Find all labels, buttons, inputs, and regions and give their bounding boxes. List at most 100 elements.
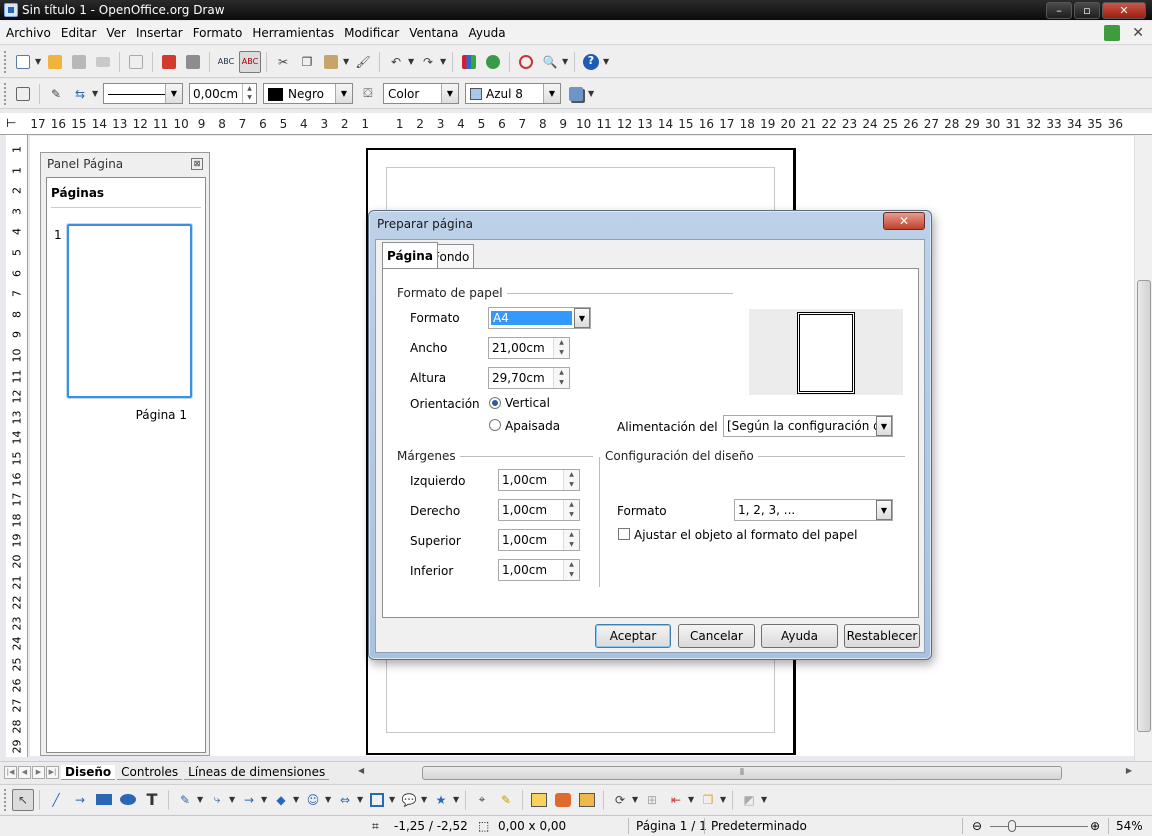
numbering-format-select[interactable]: 1, 2, 3, ... ▼: [734, 499, 893, 521]
chevron-down-icon[interactable]: ▼: [876, 500, 892, 520]
stepper-arrows-icon[interactable]: ▲ ▼: [242, 84, 256, 103]
fontwork-icon[interactable]: [528, 789, 550, 811]
arrow-style-dropdown-icon[interactable]: ▼: [92, 89, 100, 98]
new-dropdown-arrow-icon[interactable]: ▼: [35, 57, 43, 66]
menu-ayuda[interactable]: Ayuda: [463, 26, 510, 40]
maximize-button[interactable]: ▫: [1074, 1, 1100, 19]
scroll-thumb[interactable]: ⦀: [422, 766, 1062, 780]
copy-icon[interactable]: ❐: [296, 51, 318, 73]
ruler-tab-icon[interactable]: ⊢: [6, 116, 16, 130]
line-color-select[interactable]: Negro ▼: [263, 83, 353, 104]
zoom-slider-knob[interactable]: [1008, 820, 1016, 832]
zoom-level[interactable]: 54%: [1116, 819, 1143, 833]
chevron-down-icon[interactable]: ▼: [543, 84, 560, 103]
redo-dropdown-arrow-icon[interactable]: ▼: [440, 57, 448, 66]
next-tab-icon[interactable]: ▶: [32, 766, 45, 779]
stepper-arrows-icon[interactable]: ▲ ▼: [563, 500, 579, 520]
stars-dropdown-icon[interactable]: ▼: [453, 795, 461, 804]
top-margin-stepper[interactable]: 1,00cm ▲ ▼: [498, 529, 580, 551]
email-icon[interactable]: [92, 51, 114, 73]
undo-dropdown-arrow-icon[interactable]: ▼: [408, 57, 416, 66]
ellipse-tool-icon[interactable]: [117, 789, 139, 811]
fill-value-select[interactable]: Azul 8 ▼: [465, 83, 561, 104]
cancel-button[interactable]: Cancelar: [678, 624, 755, 648]
line-style-select[interactable]: ▼: [103, 83, 183, 104]
zoom-icon[interactable]: 🔍: [539, 51, 561, 73]
ok-button[interactable]: Aceptar: [595, 624, 671, 648]
open-folder-icon[interactable]: [44, 51, 66, 73]
zoom-out-icon[interactable]: ⊖: [972, 819, 982, 833]
extrusion-icon[interactable]: ◩: [738, 789, 760, 811]
shadow-icon[interactable]: [565, 83, 587, 105]
new-document-icon[interactable]: [12, 51, 34, 73]
block-arrows-dropdown-icon[interactable]: ▼: [357, 795, 365, 804]
tab-pagina[interactable]: Página: [382, 242, 438, 268]
connector-dropdown-icon[interactable]: ▼: [229, 795, 237, 804]
styles-icon[interactable]: [12, 83, 34, 105]
curve-tool-icon[interactable]: ✎: [174, 789, 196, 811]
stepper-arrows-icon[interactable]: ▲ ▼: [553, 368, 569, 388]
prev-tab-icon[interactable]: ◀: [18, 766, 31, 779]
tab-controles[interactable]: Controles: [117, 765, 183, 780]
undo-icon[interactable]: ↶: [385, 51, 407, 73]
cut-icon[interactable]: ✂: [272, 51, 294, 73]
basic-shapes-dropdown-icon[interactable]: ▼: [293, 795, 301, 804]
vertical-scrollbar[interactable]: [1134, 135, 1152, 761]
autospellcheck-icon[interactable]: ABC: [239, 50, 261, 73]
callouts-dropdown-icon[interactable]: ▼: [421, 795, 429, 804]
stepper-arrows-icon[interactable]: ▲ ▼: [563, 470, 579, 490]
close-window-button[interactable]: ✕: [1102, 1, 1146, 19]
gallery-icon[interactable]: [482, 51, 504, 73]
stars-icon[interactable]: ★: [430, 789, 452, 811]
paper-tray-select[interactable]: [Según la configuración de l▼: [723, 415, 893, 437]
tab-lineas-dimensiones[interactable]: Líneas de dimensiones: [184, 765, 330, 780]
menu-editar[interactable]: Editar: [56, 26, 102, 40]
navigator-icon[interactable]: [515, 51, 537, 73]
symbol-shapes-icon[interactable]: ☺: [302, 789, 324, 811]
landscape-label[interactable]: Apaisada: [505, 419, 560, 433]
left-margin-stepper[interactable]: 1,00cm ▲ ▼: [498, 469, 580, 491]
toolbar-grip[interactable]: [4, 50, 8, 73]
paste-dropdown-arrow-icon[interactable]: ▼: [343, 57, 351, 66]
rotate-dropdown-icon[interactable]: ▼: [632, 795, 640, 804]
portrait-label[interactable]: Vertical: [505, 396, 550, 410]
toolbar-options-arrow-icon[interactable]: ▼: [588, 89, 596, 98]
from-file-icon[interactable]: [552, 789, 574, 811]
reset-button[interactable]: Restablecer: [844, 624, 920, 648]
arrow-line-tool-icon[interactable]: →: [69, 789, 91, 811]
toolbar-options-arrow-icon[interactable]: ▼: [761, 795, 769, 804]
menu-ver[interactable]: Ver: [101, 26, 131, 40]
gallery-insert-icon[interactable]: [576, 789, 598, 811]
scroll-right-icon[interactable]: ▶: [1126, 766, 1132, 775]
chevron-down-icon[interactable]: ▼: [441, 84, 458, 103]
rotate-icon[interactable]: ⟳: [609, 789, 631, 811]
first-tab-icon[interactable]: |◀: [4, 766, 17, 779]
paper-width-stepper[interactable]: 21,00cm ▲ ▼: [488, 337, 570, 359]
toolbar-grip[interactable]: [4, 788, 8, 811]
line-width-stepper[interactable]: 0,00cm ▲ ▼: [189, 83, 257, 104]
chevron-down-icon[interactable]: ▼: [165, 84, 182, 103]
minimize-button[interactable]: –: [1046, 1, 1072, 19]
tab-diseno[interactable]: Diseño: [61, 765, 116, 780]
last-tab-icon[interactable]: ▶|: [46, 766, 59, 779]
save-icon[interactable]: [68, 51, 90, 73]
zoom-in-icon[interactable]: ⊕: [1090, 819, 1100, 833]
scroll-left-icon[interactable]: ◀: [358, 766, 364, 775]
horizontal-scrollbar[interactable]: ◀ ⦀ ▶: [358, 766, 1132, 780]
alignment-icon[interactable]: ⊞: [641, 789, 663, 811]
arrange-dropdown-icon[interactable]: ▼: [688, 795, 696, 804]
toolbar-options-arrow-icon[interactable]: ▼: [603, 57, 611, 66]
chevron-down-icon[interactable]: ▼: [876, 416, 892, 436]
callouts-icon[interactable]: 💬: [398, 789, 420, 811]
flowchart-dropdown-icon[interactable]: ▼: [389, 795, 397, 804]
export-pdf-icon[interactable]: [158, 51, 180, 73]
toolbar-grip[interactable]: [4, 82, 8, 105]
chart-icon[interactable]: [458, 51, 480, 73]
right-margin-stepper[interactable]: 1,00cm ▲ ▼: [498, 499, 580, 521]
menu-insertar[interactable]: Insertar: [131, 26, 188, 40]
flowchart-icon[interactable]: [366, 789, 388, 811]
page-thumbnail[interactable]: [67, 224, 192, 398]
glue-points-icon[interactable]: ✎: [495, 789, 517, 811]
dialog-close-button[interactable]: ✕: [883, 212, 925, 230]
group-icon[interactable]: ❐: [697, 789, 719, 811]
